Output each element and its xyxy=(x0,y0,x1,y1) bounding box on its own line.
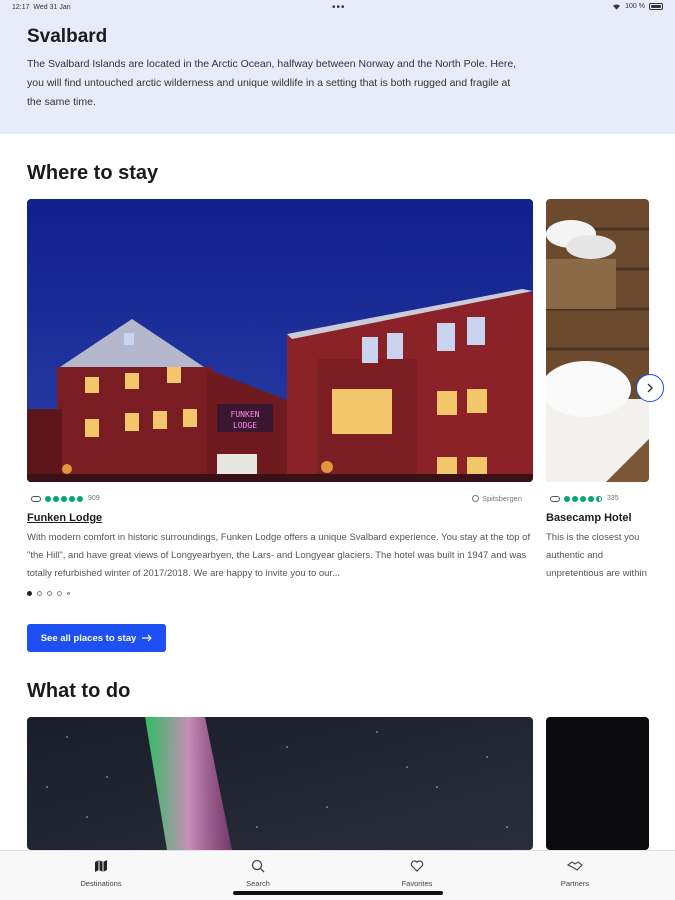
rating-bubble-icon xyxy=(572,495,578,502)
lodge-description: With modern comfort in historic surround… xyxy=(27,532,531,579)
lodge-photo[interactable]: FUNKEN LODGE xyxy=(27,199,533,482)
pager-dot[interactable] xyxy=(37,591,42,596)
rating-bubble-icon xyxy=(53,495,59,502)
tab-search[interactable]: Search xyxy=(198,859,318,888)
map-icon xyxy=(95,860,107,872)
carousel-pager[interactable] xyxy=(27,591,70,596)
section-title-stay: Where to stay xyxy=(27,162,159,184)
carousel-next-button[interactable] xyxy=(636,374,664,402)
rating-bubble-icon xyxy=(45,495,51,502)
battery-percent: 100 % xyxy=(625,3,645,10)
tab-label: Partners xyxy=(560,879,590,888)
multitasking-dots-icon[interactable]: ••• xyxy=(332,2,346,13)
hotel-description: This is the closest you authentic and un… xyxy=(546,532,647,579)
tab-partners[interactable]: Partners xyxy=(515,859,635,888)
rating-bubble-icon xyxy=(69,495,75,502)
rating-bubble-icon xyxy=(588,495,594,502)
hotel-name-link[interactable]: Basecamp Hotel xyxy=(546,512,632,524)
app-screen: Svalbard The Svalbard Islands are locate… xyxy=(0,0,675,900)
arrow-right-icon xyxy=(142,634,153,642)
aurora-photo[interactable] xyxy=(27,717,533,850)
tab-label: Favorites xyxy=(401,879,433,888)
activity-photo[interactable] xyxy=(546,717,649,850)
wifi-icon xyxy=(613,4,621,10)
search-icon xyxy=(251,859,265,873)
location-label: Spitsbergen xyxy=(472,494,522,503)
see-all-places-button[interactable]: See all places to stay xyxy=(27,624,166,652)
pager-dot[interactable] xyxy=(67,592,70,595)
handshake-icon xyxy=(567,861,583,871)
heart-icon xyxy=(410,860,424,872)
review-count: 909 xyxy=(88,495,100,502)
review-count: 335 xyxy=(607,495,619,502)
home-indicator[interactable] xyxy=(233,891,443,895)
lodge-name-link[interactable]: Funken Lodge xyxy=(27,512,102,524)
location-pin-icon xyxy=(472,495,479,502)
pager-dot[interactable] xyxy=(57,591,62,596)
tripadvisor-icon xyxy=(31,495,41,502)
tripadvisor-icon xyxy=(550,495,560,502)
svg-text:LODGE: LODGE xyxy=(233,421,257,430)
battery-icon xyxy=(649,3,663,10)
chevron-right-icon xyxy=(647,383,653,393)
rating-row: 909 xyxy=(31,495,100,502)
rating-bubble-half-icon xyxy=(596,495,602,502)
rating-row: 335 xyxy=(550,495,619,502)
pager-dot[interactable] xyxy=(47,591,52,596)
tab-favorites[interactable]: Favorites xyxy=(357,859,477,888)
destination-description: The Svalbard Islands are located in the … xyxy=(27,58,517,108)
pager-dot[interactable] xyxy=(27,591,32,596)
hotel-room-photo[interactable] xyxy=(546,199,649,482)
rating-bubble-icon xyxy=(77,495,83,502)
status-date: Wed 31 Jan xyxy=(33,4,71,11)
tab-destinations[interactable]: Destinations xyxy=(41,859,161,888)
tab-label: Search xyxy=(246,879,270,888)
see-all-label: See all places to stay xyxy=(40,632,137,644)
rating-bubble-icon xyxy=(580,495,586,502)
page-title: Svalbard xyxy=(27,26,108,47)
location-text: Spitsbergen xyxy=(482,494,523,503)
rating-bubble-icon xyxy=(564,495,570,502)
destination-header: Svalbard The Svalbard Islands are locate… xyxy=(0,0,675,134)
section-title-todo: What to do xyxy=(27,680,131,702)
status-time: 12:17 xyxy=(12,4,30,11)
tab-label: Destinations xyxy=(80,879,122,888)
status-bar: 12:17 Wed 31 Jan ••• 100 % xyxy=(0,0,675,16)
svg-text:FUNKEN: FUNKEN xyxy=(231,410,260,419)
rating-bubble-icon xyxy=(61,495,67,502)
